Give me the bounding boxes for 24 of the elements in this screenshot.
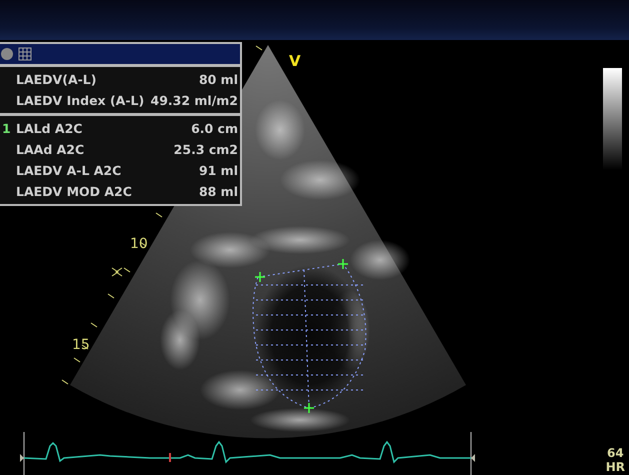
caliper-cross-icon <box>337 258 349 270</box>
measurement-value: 91 ml <box>198 163 238 178</box>
measurement-label: LAEDV MOD A2C <box>16 184 133 199</box>
measurement-label: LAEDV Index (A-L) <box>16 93 146 108</box>
measurement-value: 6.0 cm <box>191 121 238 136</box>
grid-icon[interactable] <box>18 47 32 61</box>
measurement-label: LAEDV A-L A2C <box>16 163 122 178</box>
circle-icon[interactable] <box>0 47 14 61</box>
caliper-cross-icon <box>303 402 315 414</box>
heart-rate-label: HR <box>606 460 625 474</box>
measurement-label: LAAd A2C <box>16 142 86 157</box>
depth-label: 15 <box>72 337 90 353</box>
measurement-value: 25.3 cm2 <box>174 142 238 157</box>
orientation-mark: V <box>289 52 301 70</box>
measurement-value: 49.32 ml/m2 <box>150 93 238 108</box>
measurement-label: LAEDV(A-L) <box>16 72 98 87</box>
heart-rate-value: 64 <box>607 446 624 460</box>
focus-marker-icon <box>112 268 122 276</box>
depth-label: 10 <box>130 236 148 252</box>
caliper-cross-icon <box>254 271 266 283</box>
measurement-marker: 1 <box>2 121 11 136</box>
measurement-label: LALd A2C <box>16 121 84 136</box>
measurement-value: 88 ml <box>198 184 238 199</box>
measurement-value: 80 ml <box>198 72 238 87</box>
